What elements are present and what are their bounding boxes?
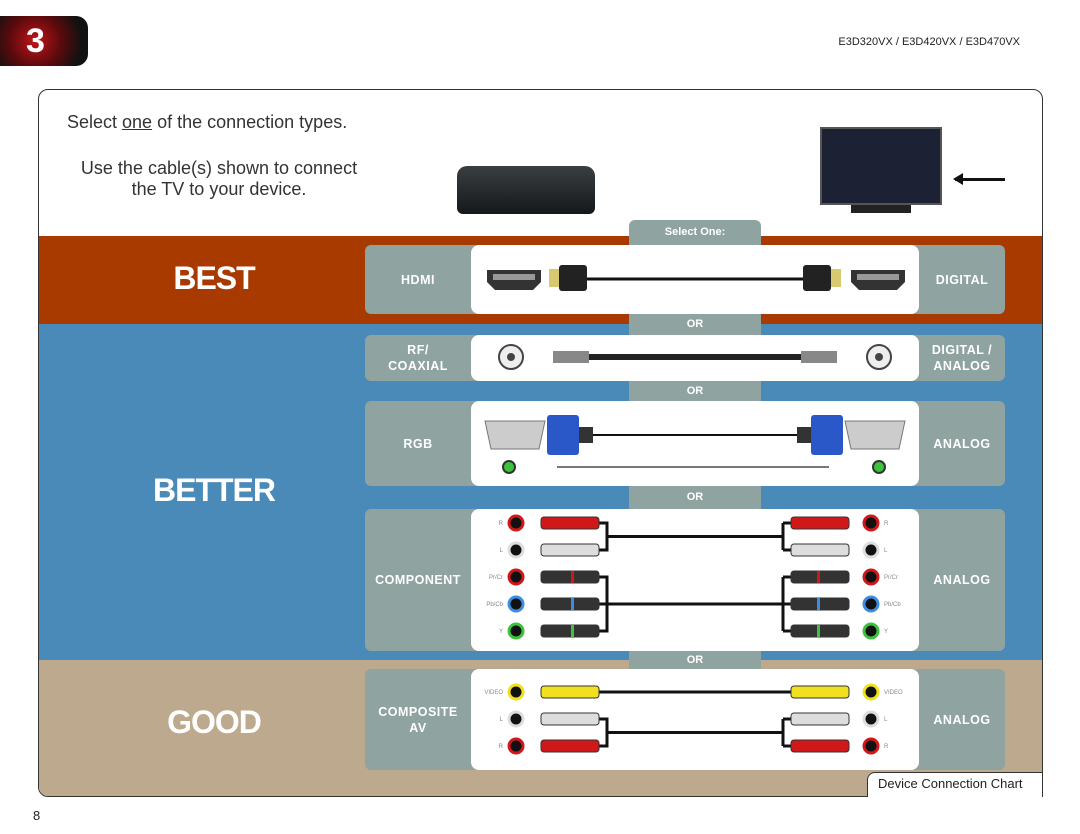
cable-diagram: VIDEO VIDEO L L R R [471,669,919,770]
rca-jack [862,737,880,755]
rca-jack [862,541,880,559]
rca-cable-icon: VIDEO VIDEO L L R R [484,683,903,755]
jack-label: R [499,744,504,750]
jack-label: VIDEO [484,690,503,696]
rca-jack [862,710,880,728]
rca-plug [540,597,600,611]
component-connection[interactable]: COMPONENT R R L L Pr/Cr Pr/Cr Pb/Cb Pb/Cb Y Y ANA… [365,509,1005,651]
cable-diagram [471,335,919,381]
rca-plug [540,570,600,584]
jack-label: R [884,521,889,527]
rca-plug [540,712,600,726]
hdmi-connection[interactable]: HDMI DIGITAL [365,245,1005,314]
rca-cable-icon: R R L L Pr/Cr Pr/Cr Pb/Cb Pb/Cb Y Y [486,514,901,640]
plug-color-band [571,625,574,637]
jack-label: R [499,521,504,527]
rca-jack [507,514,525,532]
cable-diagram [471,401,919,486]
jack-label: Y [884,629,888,635]
or-tab: OR [629,314,761,335]
coaxial-cable-icon [498,344,892,370]
rca-jack [862,595,880,613]
device-image [457,166,595,214]
plug-color-band [817,571,820,583]
rca-plug [540,685,600,699]
or-tab: OR [629,486,761,509]
chart-title-tab: Device Connection Chart [867,772,1043,797]
tier-label: BETTER [153,472,276,508]
cable-diagram: R R L L Pr/Cr Pr/Cr Pb/Cb Pb/Cb Y Y [471,509,919,651]
plug-color-band [571,598,574,610]
connection-name: HDMI [401,272,435,287]
rca-jack [507,541,525,559]
connection-chart: Select one of the connection types. Use … [38,89,1043,797]
rca-plug [540,516,600,530]
connection-name: RGB [403,436,433,451]
tier-label: BEST [173,260,255,296]
or-tab: OR [629,381,761,401]
signal-type: DIGITAL / ANALOG [931,343,993,373]
rca-jack [507,737,525,755]
rca-jack [507,710,525,728]
jack-label: Y [499,629,503,635]
cable-diagram [471,245,919,314]
or-tab: OR [629,651,761,669]
jack-label: Pb/Cb [884,602,901,608]
tv-stand [851,205,911,213]
jack-label: L [500,717,504,723]
rca-jack [507,622,525,640]
rca-plug [540,543,600,557]
signal-type: ANALOG [933,436,991,451]
rca-plug [790,739,850,753]
rca-plug [790,516,850,530]
rca-jack [507,595,525,613]
jack-label: Pb/Cb [486,602,503,608]
rca-jack [507,683,525,701]
rca-jack [862,622,880,640]
instruction-use-cables: Use the cable(s) shown to connect the TV … [80,158,358,199]
tv-back-image [820,127,942,205]
chapter-badge: 3 [0,16,88,66]
signal-type: ANALOG [933,573,991,587]
chapter-number: 3 [26,22,45,60]
signal-type: ANALOG [933,712,991,727]
instruction-select: Select one of the connection types. [67,112,348,132]
signal-type: DIGITAL [935,272,989,287]
rca-plug [790,685,850,699]
rca-plug [540,739,600,753]
rca-plug [540,624,600,638]
connection-name: COMPONENT [375,573,461,587]
plug-color-band [817,598,820,610]
select-one-tab: Select One: [629,220,761,245]
jack-label: L [884,548,888,554]
connection-name: RF/ COAXIAL [388,343,448,373]
rca-jack [862,514,880,532]
page-number: 8 [33,808,41,823]
rca-plug [790,543,850,557]
jack-label: R [884,744,889,750]
hdmi-cable-icon [487,265,905,291]
rgb-connection[interactable]: RGB ANALOG [365,401,1005,486]
composite-connection[interactable]: COMPOSITE AV VIDEO VIDEO L L R R ANALOG [365,669,1005,770]
tier-label: GOOD [167,704,262,740]
plug-color-band [571,571,574,583]
plug-color-band [817,625,820,637]
arrow-head [953,173,963,185]
jack-label: Pr/Cr [884,575,898,581]
connection-name: COMPOSITE AV [378,704,458,735]
jack-label: Pr/Cr [489,575,503,581]
rca-jack [862,683,880,701]
rca-jack [507,568,525,586]
jack-label: VIDEO [884,690,903,696]
jack-label: L [500,548,504,554]
rca-jack [862,568,880,586]
vga-cable-icon [484,415,906,474]
rca-plug [790,712,850,726]
model-numbers: E3D320VX / E3D420VX / E3D470VX [838,36,1020,48]
jack-label: L [884,717,888,723]
coaxial-connection[interactable]: RF/ COAXIAL DIGITAL / ANALOG [365,335,1005,381]
